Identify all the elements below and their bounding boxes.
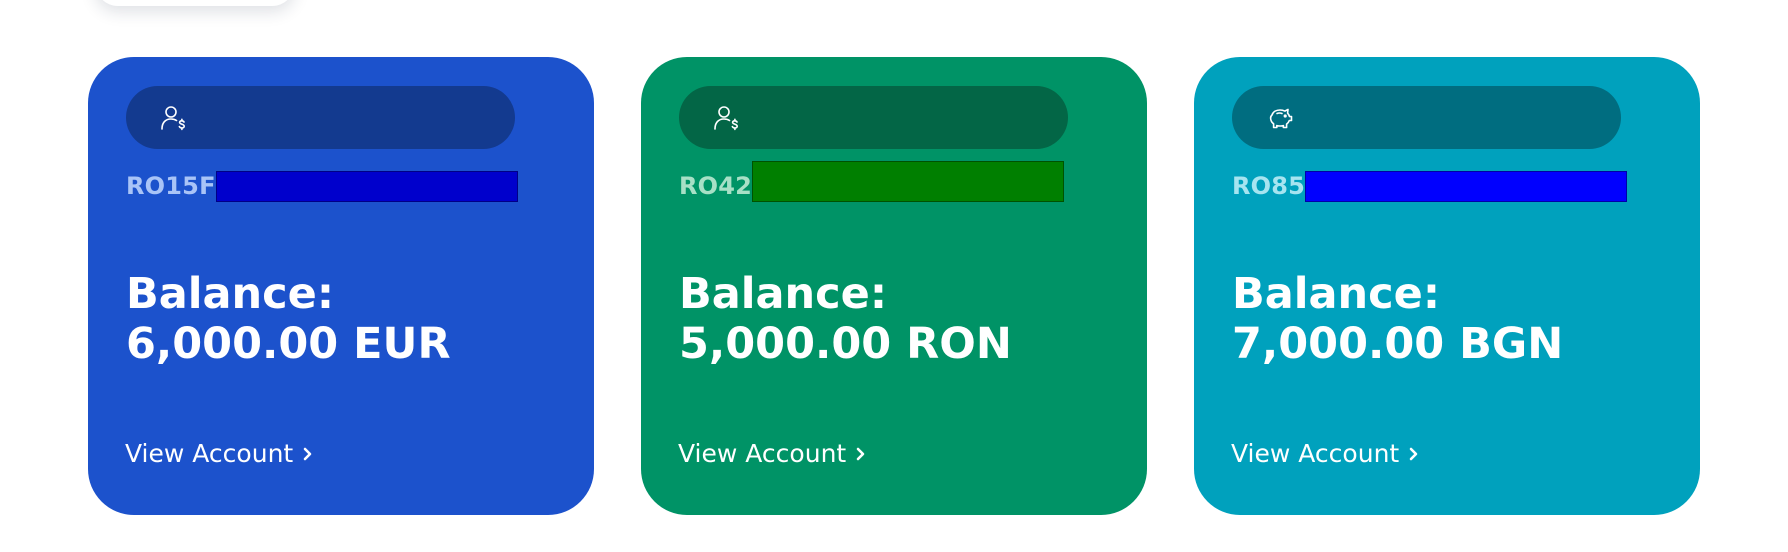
chevron-right-icon — [303, 447, 312, 460]
balance-value: 6,000.00 EUR — [126, 319, 451, 369]
account-card-header — [1232, 86, 1621, 149]
accounts-page: RO15F Balance: 6,000.00 EUR View Account — [0, 0, 1788, 552]
account-card[interactable]: RO15F Balance: 6,000.00 EUR View Account — [88, 57, 594, 515]
iban-prefix: RO85 — [1232, 172, 1306, 200]
iban: RO42 — [679, 159, 1065, 203]
top-element-shadow — [95, 0, 295, 6]
piggy-bank-icon — [1269, 108, 1293, 129]
balance-label: Balance: — [1232, 269, 1441, 319]
iban: RO15F — [126, 169, 518, 203]
iban-prefix: RO15F — [126, 172, 216, 200]
account-card-header — [126, 86, 515, 149]
user-dollar-icon — [714, 106, 739, 131]
chevron-right-icon — [1409, 447, 1418, 460]
account-cards: RO15F Balance: 6,000.00 EUR View Account — [88, 57, 1700, 515]
view-account-label: View Account — [125, 439, 294, 468]
user-dollar-icon — [161, 106, 186, 131]
view-account-link[interactable]: View Account — [125, 439, 313, 468]
iban-prefix: RO42 — [679, 172, 753, 200]
account-card[interactable]: RO42 Balance: 5,000.00 RON View Account — [641, 57, 1147, 515]
chevron-right-icon — [856, 447, 865, 460]
balance-value: 7,000.00 BGN — [1232, 319, 1564, 369]
account-card-header — [679, 86, 1068, 149]
balance-value: 5,000.00 RON — [679, 319, 1012, 369]
balance-label: Balance: — [679, 269, 888, 319]
iban-redaction — [215, 170, 518, 202]
view-account-label: View Account — [678, 439, 847, 468]
iban: RO85 — [1232, 169, 1628, 203]
balance-label: Balance: — [126, 269, 335, 319]
view-account-label: View Account — [1231, 439, 1400, 468]
iban-redaction — [752, 160, 1065, 202]
view-account-link[interactable]: View Account — [678, 439, 866, 468]
account-card[interactable]: RO85 Balance: 7,000.00 BGN View Account — [1194, 57, 1700, 515]
iban-redaction — [1305, 170, 1628, 202]
view-account-link[interactable]: View Account — [1231, 439, 1419, 468]
